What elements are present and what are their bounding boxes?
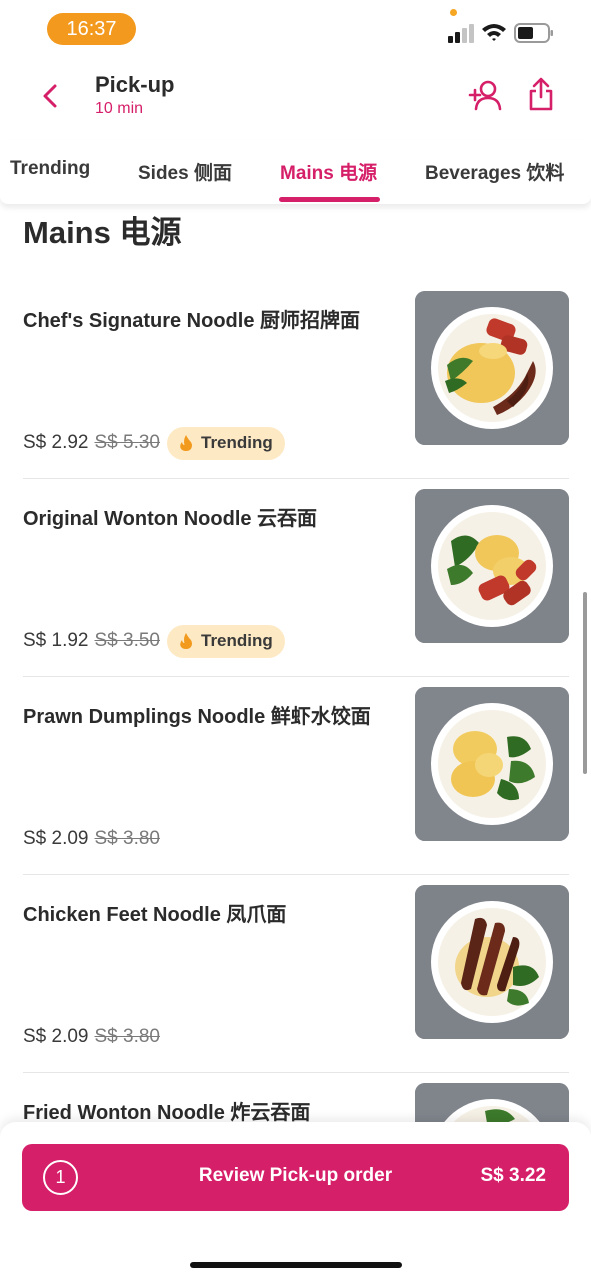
item-price: S$ 2.09	[23, 1026, 89, 1047]
bottom-cart-bar: 1 Review Pick-up order S$ 3.22	[0, 1122, 591, 1280]
item-original-price: S$ 5.30	[94, 432, 161, 453]
item-name: Chicken Feet Noodle 凤爪面	[23, 904, 287, 926]
divider	[23, 874, 569, 875]
price-row: S$ 2.09 S$ 3.80	[23, 1020, 160, 1054]
status-time: 16:37	[47, 13, 136, 45]
title-block: Pick-up 10 min	[95, 72, 174, 118]
divider	[23, 478, 569, 479]
trending-badge: Trending	[167, 624, 285, 658]
fire-icon	[180, 633, 192, 649]
wifi-icon	[482, 24, 506, 41]
item-name: Prawn Dumplings Noodle 鲜虾水饺面	[23, 706, 371, 728]
section-title: Mains 电源	[23, 215, 182, 250]
menu-item[interactable]: Chef's Signature Noodle 厨师招牌面 S$ 2.92 S$…	[0, 291, 591, 502]
tab-beverages[interactable]: Beverages 饮料	[425, 158, 564, 185]
page-title: Pick-up	[95, 72, 175, 97]
tab-trending[interactable]: Trending	[10, 158, 90, 180]
cart-total: S$ 3.22	[480, 1165, 547, 1186]
item-price: S$ 1.92	[23, 630, 89, 651]
back-arrow-icon[interactable]	[36, 80, 66, 112]
item-image	[415, 885, 569, 1039]
fire-icon	[180, 435, 192, 451]
item-name: Fried Wonton Noodle 炸云吞面	[23, 1102, 311, 1124]
cellular-signal-icon	[448, 23, 476, 43]
menu-item[interactable]: Chicken Feet Noodle 凤爪面 S$ 2.09 S$ 3.80	[0, 885, 591, 1096]
tab-sides[interactable]: Sides 侧面	[138, 158, 232, 185]
item-price: S$ 2.09	[23, 828, 89, 849]
item-image	[415, 687, 569, 841]
item-original-price: S$ 3.80	[94, 1026, 161, 1047]
privacy-indicator-dot	[450, 9, 457, 16]
scrollbar[interactable]	[583, 592, 587, 774]
pickup-time: 10 min	[95, 100, 144, 117]
trending-badge: Trending	[167, 426, 285, 460]
status-bar: 16:37	[0, 0, 591, 58]
item-image	[415, 291, 569, 445]
add-user-icon[interactable]	[468, 78, 504, 112]
tab-mains[interactable]: Mains 电源	[280, 158, 377, 185]
battery-icon	[514, 23, 553, 43]
price-row: S$ 2.92 S$ 5.30 Trending	[23, 426, 285, 460]
active-tab-indicator	[279, 197, 380, 202]
item-name: Chef's Signature Noodle 厨师招牌面	[23, 310, 361, 332]
item-price: S$ 2.92	[23, 432, 89, 453]
item-original-price: S$ 3.50	[94, 630, 161, 651]
header: Pick-up 10 min	[0, 58, 591, 138]
divider	[23, 676, 569, 677]
trending-label: Trending	[201, 433, 273, 452]
item-original-price: S$ 3.80	[94, 828, 161, 849]
menu-item[interactable]: Original Wonton Noodle 云吞面 S$ 1.92 S$ 3.…	[0, 489, 591, 700]
item-name: Original Wonton Noodle 云吞面	[23, 508, 318, 530]
price-row: S$ 1.92 S$ 3.50 Trending	[23, 624, 285, 658]
trending-label: Trending	[201, 631, 273, 650]
share-icon[interactable]	[526, 76, 556, 112]
item-image	[415, 489, 569, 643]
review-order-button[interactable]: 1 Review Pick-up order S$ 3.22	[22, 1144, 569, 1211]
home-indicator[interactable]	[190, 1262, 402, 1268]
divider	[23, 1072, 569, 1073]
category-tabs: Trending Sides 侧面 Mains 电源 Beverages 饮料	[0, 140, 591, 204]
menu-item[interactable]: Prawn Dumplings Noodle 鲜虾水饺面 S$ 2.09 S$ …	[0, 687, 591, 898]
price-row: S$ 2.09 S$ 3.80	[23, 822, 160, 856]
